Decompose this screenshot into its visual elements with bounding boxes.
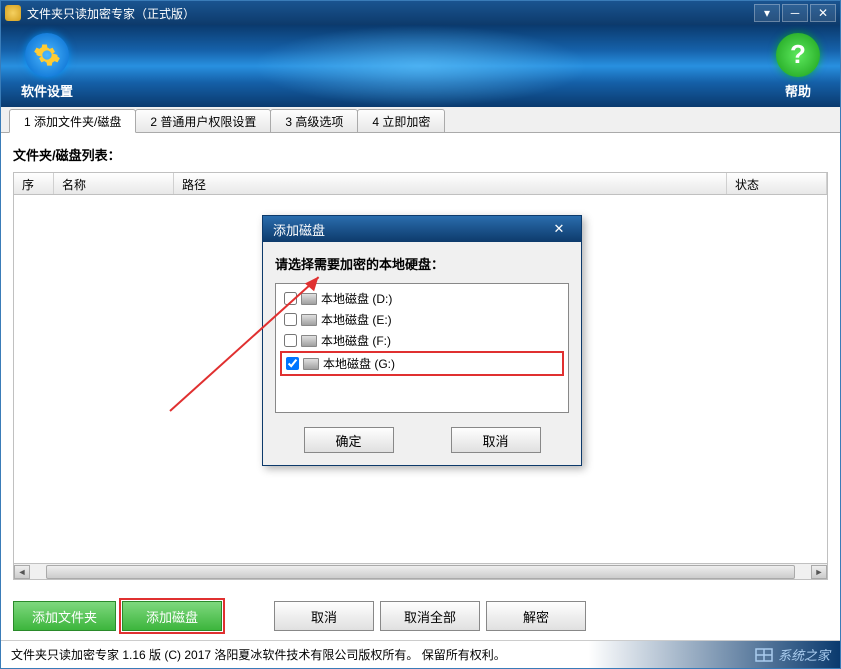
scroll-right-icon[interactable]: ► bbox=[811, 565, 827, 579]
col-status[interactable]: 状态 bbox=[727, 173, 827, 194]
button-bar: 添加文件夹 添加磁盘 取消 取消全部 解密 bbox=[1, 592, 840, 640]
disk-item-f[interactable]: 本地磁盘 (F:) bbox=[280, 330, 564, 351]
app-icon bbox=[5, 5, 21, 21]
dialog-ok-button[interactable]: 确定 bbox=[304, 427, 394, 453]
table-header: 序号 名称 路径 状态 bbox=[14, 173, 827, 195]
disk-checkbox-d[interactable] bbox=[284, 292, 297, 305]
col-name[interactable]: 名称 bbox=[54, 173, 174, 194]
status-text: 文件夹只读加密专家 1.16 版 (C) 2017 洛阳夏冰软件技术有限公司版权… bbox=[11, 646, 506, 663]
col-path[interactable]: 路径 bbox=[174, 173, 727, 194]
add-disk-dialog: 添加磁盘 ✕ 请选择需要加密的本地硬盘： 本地磁盘 (D:) 本地磁盘 (E:)… bbox=[262, 215, 582, 466]
col-index[interactable]: 序号 bbox=[14, 173, 54, 194]
dropdown-button[interactable]: ▾ bbox=[754, 4, 780, 22]
settings-button[interactable]: 软件设置 bbox=[21, 33, 73, 100]
help-icon: ? bbox=[776, 33, 820, 77]
cancel-button[interactable]: 取消 bbox=[274, 601, 374, 631]
tab-advanced[interactable]: 3 高级选项 bbox=[270, 109, 358, 132]
disk-checkbox-e[interactable] bbox=[284, 313, 297, 326]
settings-label: 软件设置 bbox=[21, 81, 73, 100]
decrypt-button[interactable]: 解密 bbox=[486, 601, 586, 631]
gear-icon bbox=[25, 33, 69, 77]
disk-icon bbox=[301, 293, 317, 305]
titlebar: 文件夹只读加密专家（正式版） ▾ ─ ✕ bbox=[1, 1, 840, 25]
dialog-titlebar: 添加磁盘 ✕ bbox=[263, 216, 581, 242]
disk-checkbox-g[interactable] bbox=[286, 357, 299, 370]
scroll-thumb[interactable] bbox=[46, 565, 795, 579]
statusbar: 文件夹只读加密专家 1.16 版 (C) 2017 洛阳夏冰软件技术有限公司版权… bbox=[1, 640, 840, 668]
dialog-title: 添加磁盘 bbox=[273, 220, 325, 239]
disk-label: 本地磁盘 (D:) bbox=[321, 290, 392, 307]
toolbar: 软件设置 ? 帮助 bbox=[1, 25, 840, 107]
minimize-button[interactable]: ─ bbox=[782, 4, 808, 22]
dialog-prompt: 请选择需要加密的本地硬盘： bbox=[275, 254, 569, 273]
disk-label: 本地磁盘 (F:) bbox=[321, 332, 391, 349]
disk-checkbox-f[interactable] bbox=[284, 334, 297, 347]
horizontal-scrollbar[interactable]: ◄ ► bbox=[14, 563, 827, 579]
disk-label: 本地磁盘 (E:) bbox=[321, 311, 392, 328]
tab-bar: 1 添加文件夹/磁盘 2 普通用户权限设置 3 高级选项 4 立即加密 bbox=[1, 107, 840, 133]
list-label: 文件夹/磁盘列表： bbox=[13, 145, 828, 164]
help-button[interactable]: ? 帮助 bbox=[776, 33, 820, 100]
help-label: 帮助 bbox=[785, 81, 811, 100]
close-button[interactable]: ✕ bbox=[810, 4, 836, 22]
cancel-all-button[interactable]: 取消全部 bbox=[380, 601, 480, 631]
scroll-left-icon[interactable]: ◄ bbox=[14, 565, 30, 579]
tab-encrypt-now[interactable]: 4 立即加密 bbox=[357, 109, 445, 132]
disk-item-g[interactable]: 本地磁盘 (G:) bbox=[280, 351, 564, 376]
disk-item-d[interactable]: 本地磁盘 (D:) bbox=[280, 288, 564, 309]
disk-list[interactable]: 本地磁盘 (D:) 本地磁盘 (E:) 本地磁盘 (F:) 本地磁盘 (G:) bbox=[275, 283, 569, 413]
add-folder-button[interactable]: 添加文件夹 bbox=[13, 601, 116, 631]
window-title: 文件夹只读加密专家（正式版） bbox=[27, 5, 754, 22]
dialog-close-button[interactable]: ✕ bbox=[547, 220, 571, 238]
watermark-icon bbox=[754, 647, 774, 663]
dialog-cancel-button[interactable]: 取消 bbox=[451, 427, 541, 453]
tab-add-folder-disk[interactable]: 1 添加文件夹/磁盘 bbox=[9, 109, 136, 133]
disk-icon bbox=[301, 314, 317, 326]
disk-icon bbox=[303, 358, 319, 370]
add-disk-button[interactable]: 添加磁盘 bbox=[122, 601, 222, 631]
disk-icon bbox=[301, 335, 317, 347]
watermark: 系统之家 bbox=[754, 645, 830, 664]
disk-item-e[interactable]: 本地磁盘 (E:) bbox=[280, 309, 564, 330]
disk-label: 本地磁盘 (G:) bbox=[323, 355, 395, 372]
tab-user-permissions[interactable]: 2 普通用户权限设置 bbox=[135, 109, 271, 132]
